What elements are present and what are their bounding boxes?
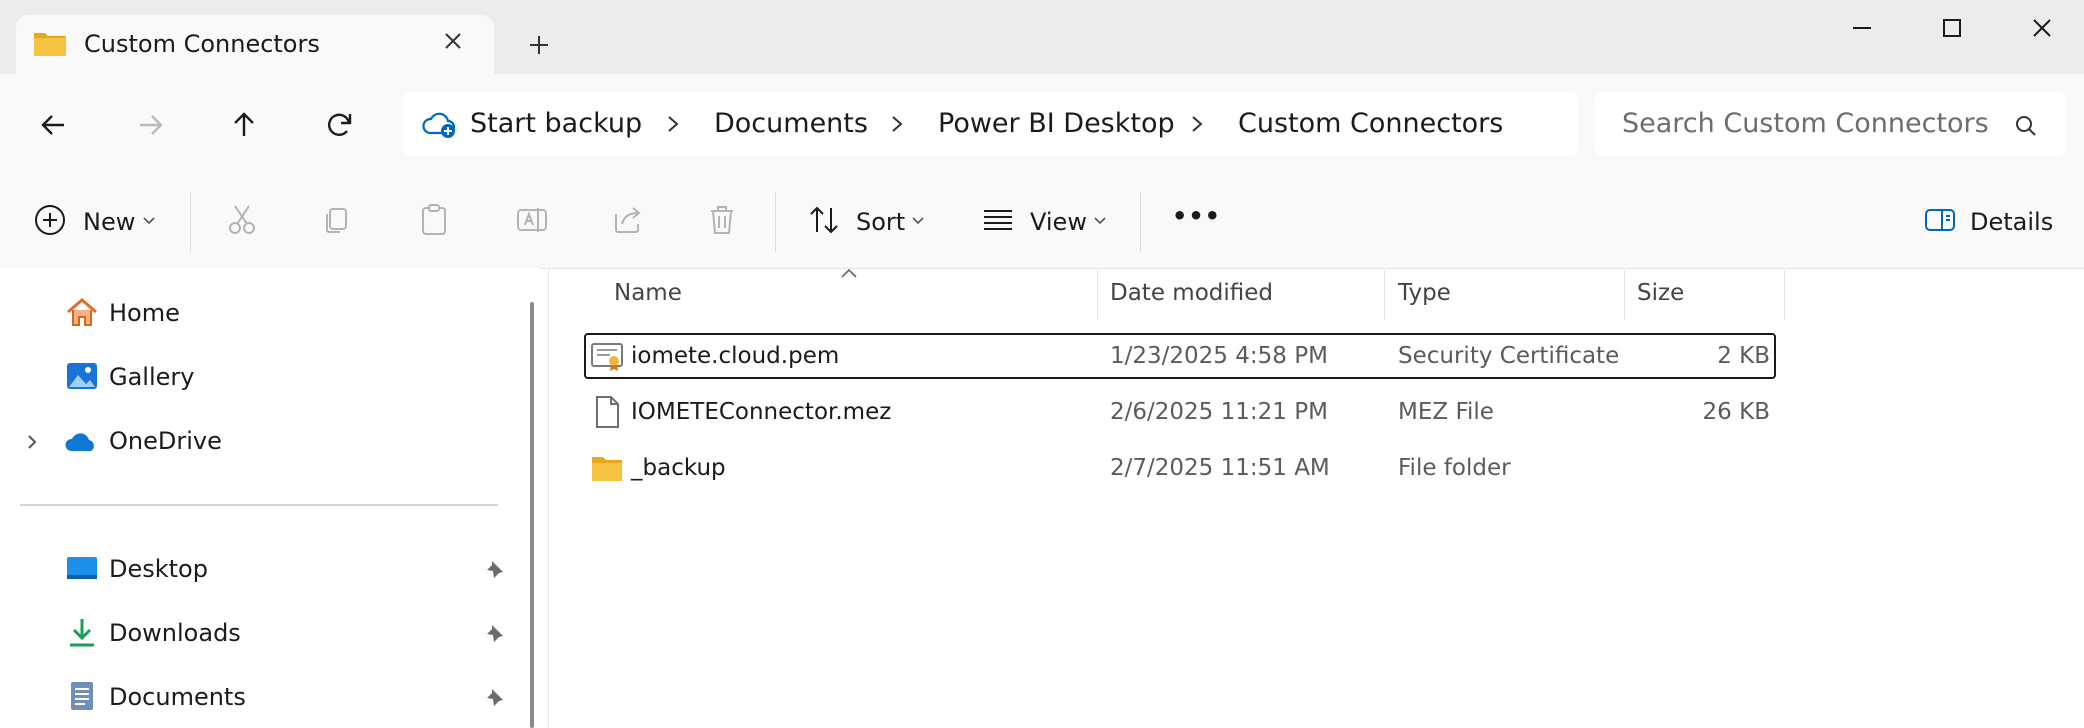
file-name[interactable]: _backup (631, 455, 726, 481)
chevron-right-icon[interactable] (1187, 110, 1207, 138)
chevron-right-icon[interactable] (663, 110, 683, 138)
column-header-date-modified[interactable]: Date modified (1110, 280, 1273, 306)
onedrive-sync-icon[interactable] (422, 107, 458, 141)
chevron-down-icon[interactable] (1092, 212, 1108, 228)
pin-icon[interactable] (484, 558, 506, 580)
downloads-icon (70, 619, 94, 647)
more-options-button[interactable]: ••• (1172, 202, 1221, 230)
file-size: 2 KB (1717, 343, 1770, 369)
view-button[interactable]: View (1030, 208, 1087, 236)
column-separator[interactable] (1784, 270, 1785, 320)
forward-arrow-icon[interactable] (128, 103, 172, 147)
sidebar-item-home[interactable]: Home (109, 299, 180, 327)
navigation-pane (0, 268, 540, 728)
sidebar-scrollbar[interactable] (530, 302, 534, 728)
view-icon[interactable] (978, 200, 1018, 240)
sort-ascending-icon (841, 268, 857, 278)
search-icon[interactable] (2012, 112, 2040, 140)
column-header-size[interactable]: Size (1637, 280, 1684, 306)
file-size: 26 KB (1702, 399, 1770, 425)
onedrive-icon (65, 433, 94, 451)
new-plus-icon[interactable] (30, 200, 70, 240)
paste-icon[interactable] (414, 200, 454, 240)
file-type: File folder (1398, 455, 1511, 481)
chevron-down-icon[interactable] (910, 212, 926, 228)
copy-icon[interactable] (318, 200, 358, 240)
desktop-icon (67, 557, 97, 579)
sidebar-item-gallery[interactable]: Gallery (109, 363, 194, 391)
documents-icon (71, 682, 93, 710)
file-name[interactable]: IOMETEConnector.mez (631, 399, 891, 425)
rename-icon[interactable] (512, 200, 552, 240)
back-arrow-icon[interactable] (32, 103, 76, 147)
share-icon[interactable] (608, 200, 648, 240)
details-button[interactable]: Details (1970, 208, 2053, 236)
sort-button[interactable]: Sort (856, 208, 905, 236)
file-icon (596, 396, 619, 428)
sort-icon[interactable] (804, 200, 844, 240)
search-placeholder: Search Custom Connectors (1622, 108, 1989, 139)
file-date: 2/7/2025 11:51 AM (1110, 455, 1330, 481)
breadcrumb-power-bi-desktop[interactable]: Power BI Desktop (938, 108, 1175, 139)
file-type: Security Certificate (1398, 343, 1620, 369)
toolbar-separator (775, 192, 776, 252)
folder-icon (592, 457, 622, 481)
breadcrumb-documents[interactable]: Documents (714, 108, 868, 139)
details-pane-icon[interactable] (1920, 200, 1960, 240)
close-tab-icon[interactable] (438, 26, 468, 56)
expand-chevron-icon[interactable] (22, 430, 42, 454)
close-window-icon[interactable] (2022, 8, 2062, 48)
sidebar-divider (20, 504, 498, 506)
file-name[interactable]: iomete.cloud.pem (631, 343, 839, 369)
gallery-icon (67, 363, 97, 389)
file-type: MEZ File (1398, 399, 1494, 425)
breadcrumb-custom-connectors[interactable]: Custom Connectors (1238, 108, 1503, 139)
column-header-name[interactable]: Name (614, 280, 682, 306)
folder-icon (34, 33, 66, 56)
certificate-icon (591, 343, 623, 371)
pin-icon[interactable] (484, 622, 506, 644)
pane-divider[interactable] (548, 268, 549, 728)
column-separator[interactable] (1384, 270, 1385, 320)
refresh-icon[interactable] (318, 103, 362, 147)
toolbar-separator (1140, 192, 1141, 252)
sidebar-item-onedrive[interactable]: OneDrive (109, 427, 222, 455)
maximize-icon[interactable] (1932, 8, 1972, 48)
column-separator[interactable] (1624, 270, 1625, 320)
sidebar-item-desktop[interactable]: Desktop (109, 555, 208, 583)
minimize-icon[interactable] (1842, 8, 1882, 48)
breadcrumb-start-backup[interactable]: Start backup (470, 108, 642, 139)
toolbar-separator (190, 192, 191, 252)
chevron-right-icon[interactable] (887, 110, 907, 138)
up-arrow-icon[interactable] (222, 103, 266, 147)
home-icon (67, 298, 97, 326)
sidebar-item-documents[interactable]: Documents (109, 683, 246, 711)
file-date: 2/6/2025 11:21 PM (1110, 399, 1328, 425)
column-separator[interactable] (1097, 270, 1098, 320)
column-header-type[interactable]: Type (1398, 280, 1451, 306)
delete-icon[interactable] (702, 200, 742, 240)
new-tab-icon[interactable] (524, 30, 554, 60)
pin-icon[interactable] (484, 686, 506, 708)
cut-icon[interactable] (222, 200, 262, 240)
chevron-down-icon[interactable] (141, 212, 157, 228)
file-date: 1/23/2025 4:58 PM (1110, 343, 1328, 369)
new-button[interactable]: New (83, 208, 135, 236)
tab-title: Custom Connectors (84, 30, 320, 58)
sidebar-item-downloads[interactable]: Downloads (109, 619, 241, 647)
